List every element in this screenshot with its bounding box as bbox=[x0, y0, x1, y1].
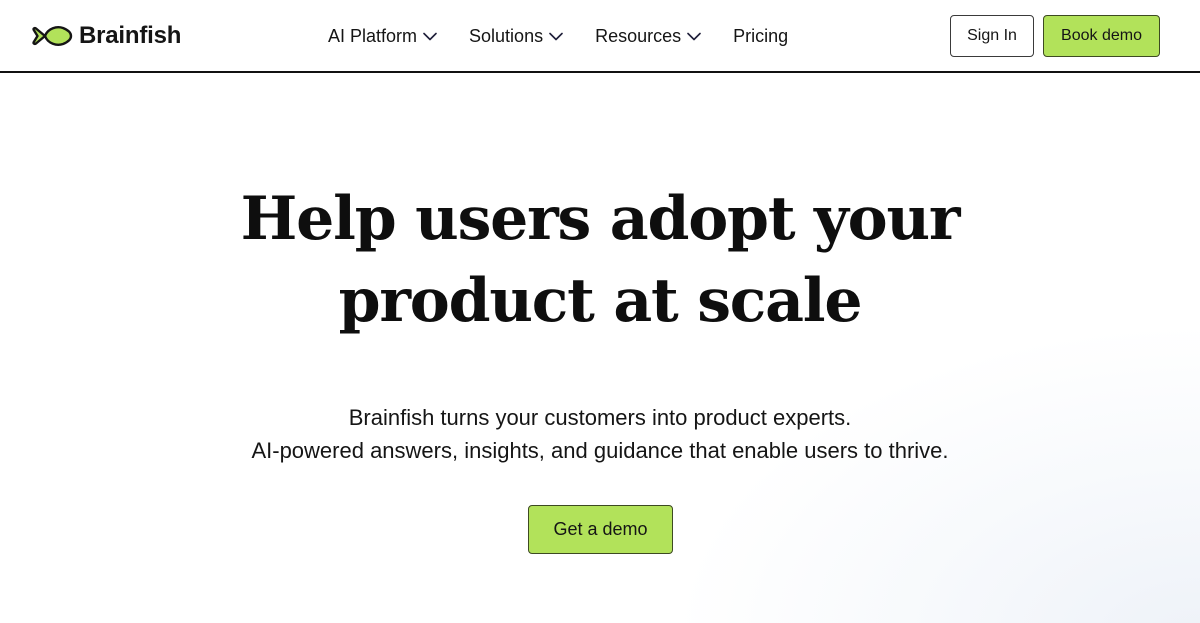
main-nav: AI Platform Solutions Resources Pricing bbox=[328, 24, 788, 48]
hero-title: Help users adopt your product at scale bbox=[0, 178, 1200, 342]
brand-name: Brainfish bbox=[79, 22, 182, 49]
site-header: Brainfish AI Platform Solutions Resource… bbox=[0, 0, 1200, 73]
nav-item-label: AI Platform bbox=[328, 26, 418, 46]
nav-item-label: Resources bbox=[595, 26, 682, 46]
brand-logo-link[interactable]: Brainfish bbox=[31, 22, 181, 50]
hero-subtitle-line: AI-powered answers, insights, and guidan… bbox=[251, 438, 949, 463]
hero-title-line: Help users adopt your bbox=[240, 184, 961, 254]
fish-icon bbox=[32, 26, 73, 46]
nav-item-solutions[interactable]: Solutions bbox=[469, 24, 563, 48]
chevron-down-icon bbox=[423, 32, 437, 41]
book-demo-button[interactable]: Book demo bbox=[1043, 15, 1160, 57]
nav-item-resources[interactable]: Resources bbox=[595, 24, 701, 48]
nav-item-ai-platform[interactable]: AI Platform bbox=[328, 24, 437, 48]
nav-item-label: Solutions bbox=[469, 26, 544, 46]
hero-subtitle-line: Brainfish turns your customers into prod… bbox=[348, 405, 852, 430]
page: Brainfish AI Platform Solutions Resource… bbox=[0, 0, 1200, 623]
sign-in-button[interactable]: Sign In bbox=[950, 15, 1034, 57]
nav-item-pricing[interactable]: Pricing bbox=[733, 24, 788, 48]
hero-title-line: product at scale bbox=[338, 266, 863, 336]
chevron-down-icon bbox=[687, 32, 701, 41]
hero-subtitle: Brainfish turns your customers into prod… bbox=[0, 401, 1200, 467]
nav-item-label: Pricing bbox=[733, 26, 789, 46]
get-demo-button[interactable]: Get a demo bbox=[528, 505, 673, 554]
chevron-down-icon bbox=[549, 32, 563, 41]
